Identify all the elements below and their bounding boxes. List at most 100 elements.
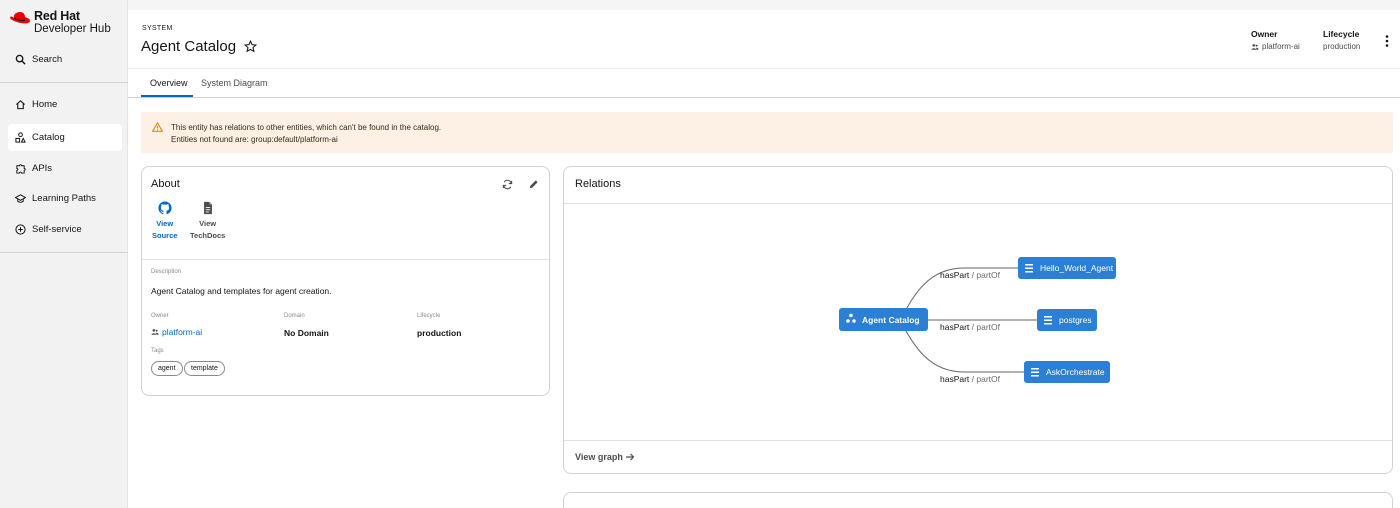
header-divider: [128, 68, 1400, 69]
graph-node-label: AskOrchestrate: [1046, 367, 1105, 377]
next-card: [563, 492, 1393, 508]
tab-overview[interactable]: Overview: [150, 78, 188, 88]
view-techdocs-label-1: View: [199, 219, 217, 228]
document-icon: [203, 201, 212, 215]
page-title: Agent Catalog: [141, 38, 258, 55]
sidebar-item-catalog[interactable]: Catalog: [8, 124, 122, 151]
view-source-label-2: Source: [152, 231, 178, 240]
star-icon[interactable]: [244, 40, 258, 53]
svg-text:hasPart / partOf: hasPart / partOf: [940, 322, 1001, 332]
sidebar-item-home[interactable]: Home: [8, 91, 122, 118]
header-lifecycle-value: production: [1323, 42, 1361, 51]
refresh-icon[interactable]: [502, 179, 513, 190]
relations-graph: hasPart / partOf hasPart / partOf hasPar…: [839, 257, 1116, 384]
about-divider: [142, 259, 549, 260]
brand-line2: Developer Hub: [34, 23, 111, 35]
about-card: About View Source View TechDocs Descript…: [141, 166, 550, 396]
graph-node-agent-catalog[interactable]: Agent Catalog: [839, 308, 928, 331]
sidebar-item-label: Catalog: [32, 132, 65, 143]
tab-system-diagram[interactable]: System Diagram: [201, 78, 268, 88]
svg-text:hasPart / partOf: hasPart / partOf: [940, 270, 1001, 280]
view-source-label-1: View: [156, 219, 174, 228]
sidebar-divider: [0, 252, 128, 253]
alert-message: This entity has relations to other entit…: [171, 123, 442, 132]
view-graph-label: View graph: [575, 452, 623, 462]
group-icon: [151, 329, 159, 335]
main-content: SYSTEM Agent Catalog Owner platform-ai L…: [128, 10, 1400, 508]
sidebar-item-label: Home: [32, 99, 58, 110]
puzzle-icon: [16, 164, 26, 174]
edge-label-secondary: / partOf: [969, 374, 1000, 384]
warning-icon: [152, 122, 163, 132]
edge-label-primary: hasPart: [940, 270, 970, 280]
group-icon: [1251, 43, 1259, 50]
edit-icon[interactable]: [528, 179, 539, 190]
tag-chip: agent: [151, 361, 183, 376]
about-card-title: About: [151, 178, 180, 190]
edge-label-primary: hasPart: [940, 374, 970, 384]
red-hat-logo-icon: [10, 12, 30, 24]
tags-label: Tags: [151, 348, 164, 354]
graph-node-label: postgres: [1059, 315, 1092, 325]
alert-detail: Entities not found are: group:default/pl…: [171, 135, 338, 144]
arrow-right-icon: [625, 453, 635, 461]
relations-card: Relations hasPart / partOf hasPart / par…: [563, 166, 1393, 474]
graph-node-askorchestrate[interactable]: AskOrchestrate: [1024, 361, 1110, 383]
sidebar: Red Hat Developer Hub Search Home Catalo…: [0, 0, 128, 508]
header-lifecycle-label: Lifecycle: [1323, 29, 1360, 39]
sidebar-search-label: Search: [32, 54, 63, 65]
sidebar-search[interactable]: Search: [8, 46, 122, 73]
search-icon: [15, 54, 26, 65]
description-label: Description: [151, 269, 182, 275]
owner-value: platform-ai: [162, 327, 203, 337]
edge-label-secondary: / partOf: [969, 270, 1000, 280]
github-icon: [158, 201, 172, 215]
sidebar-item-self-service[interactable]: Self-service: [8, 216, 122, 243]
header-owner-label: Owner: [1251, 29, 1278, 39]
more-options-icon[interactable]: [1383, 34, 1391, 48]
brand-line1: Red Hat: [34, 9, 80, 23]
owner-link[interactable]: platform-ai: [151, 327, 202, 337]
plus-circle-icon: [15, 224, 26, 235]
lifecycle-label: Lifecycle: [417, 313, 441, 319]
school-icon: [15, 194, 26, 203]
view-graph-link[interactable]: View graph: [575, 452, 635, 462]
home-icon: [16, 100, 25, 110]
graph-node-label: Agent Catalog: [862, 315, 920, 325]
domain-value: No Domain: [284, 328, 329, 338]
sidebar-item-label: Learning Paths: [32, 193, 96, 204]
brand-logo[interactable]: Red Hat Developer Hub: [9, 10, 111, 36]
header-owner-value[interactable]: platform-ai: [1262, 42, 1300, 51]
header-lifecycle: Lifecycle production: [1323, 29, 1360, 51]
view-source-link[interactable]: View Source: [152, 201, 177, 242]
catalog-icon: [15, 132, 26, 143]
domain-label: Domain: [284, 313, 305, 319]
tag-chip: template: [184, 361, 225, 376]
list-icon: [1044, 316, 1052, 325]
owner-label: Owner: [151, 313, 169, 319]
edge-label-secondary: / partOf: [969, 322, 1000, 332]
view-techdocs-link[interactable]: View TechDocs: [190, 201, 225, 242]
sidebar-divider: [0, 82, 128, 83]
relations-footer-divider: [564, 440, 1392, 441]
sidebar-item-label: Self-service: [32, 224, 82, 235]
list-icon: [1025, 264, 1033, 273]
entity-kind-label: SYSTEM: [142, 25, 173, 32]
graph-node-postgres[interactable]: postgres: [1037, 309, 1097, 331]
sidebar-item-learning-paths[interactable]: Learning Paths: [8, 185, 122, 212]
edge-label-primary: hasPart: [940, 322, 970, 332]
page-title-text: Agent Catalog: [141, 38, 237, 55]
list-icon: [1031, 368, 1039, 377]
lifecycle-value: production: [417, 328, 462, 338]
sidebar-item-apis[interactable]: APIs: [8, 155, 122, 182]
tabs-divider: [128, 97, 1400, 98]
graph-node-label: Hello_World_Agent: [1040, 263, 1114, 273]
header-owner: Owner platform-ai: [1251, 29, 1300, 51]
description-value: Agent Catalog and templates for agent cr…: [151, 286, 332, 296]
relations-card-title: Relations: [575, 178, 621, 190]
warning-alert: This entity has relations to other entit…: [141, 112, 1393, 153]
sidebar-item-label: APIs: [32, 163, 53, 174]
graph-node-hello-world-agent[interactable]: Hello_World_Agent: [1018, 257, 1116, 279]
view-techdocs-label-2: TechDocs: [190, 231, 226, 240]
svg-text:hasPart / partOf: hasPart / partOf: [940, 374, 1001, 384]
